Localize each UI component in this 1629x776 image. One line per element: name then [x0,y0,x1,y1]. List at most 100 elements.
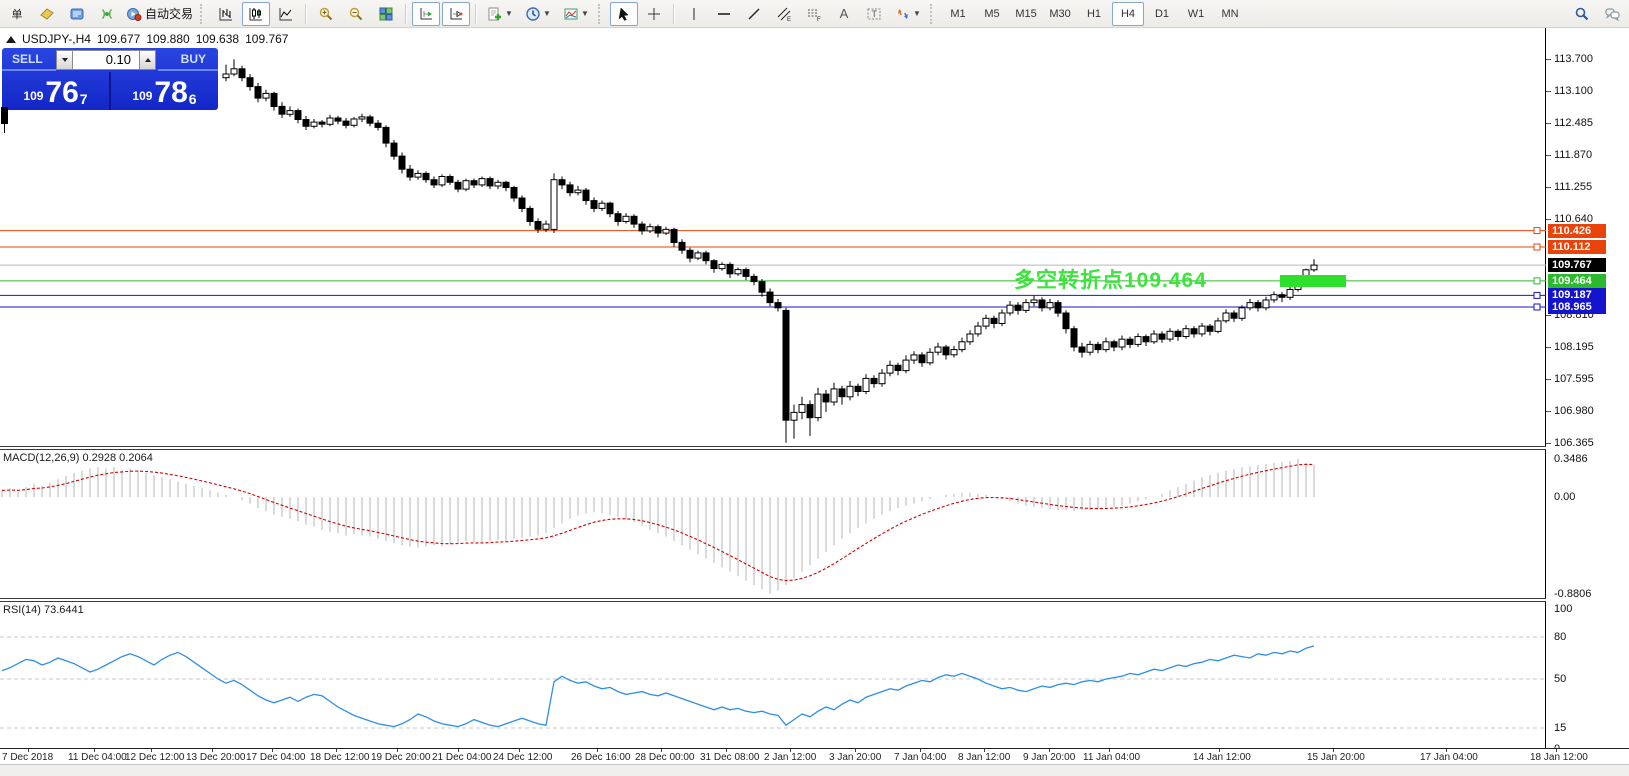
time-tick-label: 31 Dec 08:00 [700,752,760,763]
volume-decrease-button[interactable] [56,50,73,70]
time-tick-label: 24 Dec 12:00 [493,752,553,763]
periods-button[interactable]: ▼ [520,2,556,26]
tab-timeframe-h1[interactable]: H1 [1078,2,1110,26]
buy-price-prefix: 109 [132,89,152,103]
macd-canvas[interactable] [0,450,1546,598]
price-tick-mark [1546,315,1551,316]
zoom-in-button[interactable] [312,2,340,26]
tile-windows-button[interactable] [372,2,400,26]
auto-scroll-button[interactable] [412,2,440,26]
tab-timeframe-m1[interactable]: M1 [942,2,974,26]
tab-timeframe-m5[interactable]: M5 [976,2,1008,26]
buy-price-button[interactable]: 109 78 6 [111,72,218,110]
price-tick-mark [1546,347,1551,348]
fibonacci-tool-button[interactable]: F [800,2,828,26]
chart-window: MACD(12,26,9) 0.2928 0.2064 RSI(14) 73.6… [0,28,1629,764]
trendline-tool-button[interactable] [740,2,768,26]
triangle-up-icon [145,58,151,62]
time-tick-label: 14 Jan 12:00 [1193,752,1251,763]
rsi-axis-label: 80 [1554,631,1566,643]
price-tick-label: 108.195 [1554,341,1594,353]
pivot-highlight-rectangle[interactable] [1280,275,1346,287]
macd-histogram-layer [2,459,1314,594]
price-tick-mark [1546,379,1551,380]
candlestick-chart-button[interactable] [242,2,270,26]
rsi-axis-label: 100 [1554,603,1572,615]
tab-timeframe-mn[interactable]: MN [1214,2,1246,26]
volume-input[interactable]: 0.10 [73,50,139,70]
sell-price-pip: 7 [80,91,88,107]
chevron-down-icon: ▼ [581,9,589,18]
rsi-indicator-label: RSI(14) 73.6441 [3,604,84,616]
time-tick-label: 17 Jan 04:00 [1420,752,1478,763]
time-tick-label: 2 Jan 12:00 [764,752,816,763]
price-tick-mark [1546,155,1551,156]
chevron-down-icon: ▼ [913,9,921,18]
new-order-partial-button[interactable]: 单 [3,2,31,26]
volume-increase-button[interactable] [139,50,156,70]
level-line-anchor [1534,278,1540,284]
signals-icon[interactable] [93,2,121,26]
tab-timeframe-w1[interactable]: W1 [1180,2,1212,26]
cursor-tool-button[interactable] [610,2,638,26]
price-axis[interactable]: 113.700113.100112.485111.870111.255110.6… [1546,28,1629,764]
pivot-annotation-text[interactable]: 多空转折点109.464 [1014,264,1207,294]
price-tick-mark [1546,91,1551,92]
crosshair-tool-button[interactable] [640,2,668,26]
time-tick-label: 7 Dec 2018 [2,752,53,763]
rsi-canvas[interactable] [0,602,1546,748]
time-tick-label: 17 Dec 04:00 [246,752,306,763]
price-tick-label: 113.100 [1554,85,1593,97]
time-tick-label: 18 Jan 12:00 [1530,752,1588,763]
chart-shift-button[interactable] [442,2,470,26]
sell-price-button[interactable]: 109 76 7 [2,72,111,110]
time-tick-label: 28 Dec 00:00 [635,752,695,763]
price-badge-110.112: 110.112 [1548,240,1606,254]
price-tick-label: 107.595 [1554,373,1594,385]
horizontal-line-tool-button[interactable] [710,2,738,26]
time-tick-label: 11 Dec 04:00 [68,752,127,763]
main-chart-canvas[interactable] [0,28,1546,446]
tab-timeframe-d1[interactable]: D1 [1146,2,1178,26]
bar-chart-button[interactable] [212,2,240,26]
macd-axis-label: 0.3486 [1554,453,1588,465]
search-icon[interactable] [1568,2,1596,26]
tab-timeframe-h4[interactable]: H4 [1112,2,1144,26]
autotrading-button[interactable]: 自动交易 [123,2,196,26]
time-tick-label: 15 Jan 20:00 [1307,752,1365,763]
tab-timeframe-m30[interactable]: M30 [1044,2,1076,26]
metaeditor-icon[interactable] [63,2,91,26]
zoom-out-button[interactable] [342,2,370,26]
buy-price-big: 78 [154,79,187,107]
arrows-tool-button[interactable]: ▼ [890,2,926,26]
collapse-panel-icon[interactable] [6,36,16,43]
text-tool-button[interactable]: A [830,2,858,26]
line-chart-button[interactable] [272,2,300,26]
text-label-tool-button[interactable]: T [860,2,888,26]
svg-text:E: E [787,17,791,22]
tab-timeframe-m15[interactable]: M15 [1010,2,1042,26]
ohlc-open: 109.677 [97,32,140,46]
toolbar-grip [930,4,936,24]
new-order-icon[interactable] [33,2,61,26]
toolbar: 单 自动交易 ▼ ▼ ▼ E F A T ▼ M1M [0,0,1629,28]
chart-header: USDJPY-,H4 109.677 109.880 109.638 109.7… [6,32,288,46]
sell-button[interactable]: SELL [2,49,56,71]
channel-tool-button[interactable]: E [770,2,798,26]
time-axis[interactable]: 7 Dec 201811 Dec 04:0012 Dec 12:0013 Dec… [0,748,1629,765]
price-tick-label: 112.485 [1554,117,1593,129]
mt4-application-window: 单 自动交易 ▼ ▼ ▼ E F A T ▼ M1M [0,0,1629,776]
time-tick-label: 18 Dec 12:00 [310,752,370,763]
templates-button[interactable]: ▼ [558,2,594,26]
vertical-line-tool-button[interactable] [680,2,708,26]
indicators-button[interactable]: ▼ [482,2,518,26]
buy-price-pip: 6 [189,91,197,107]
time-tick-label: 7 Jan 04:00 [894,752,946,763]
toolbar-grip [598,4,604,24]
time-tick-label: 11 Jan 04:00 [1083,752,1140,763]
macd-axis-label: -0.8806 [1554,588,1591,600]
sell-price-prefix: 109 [23,89,43,103]
buy-button[interactable]: BUY [158,49,218,71]
price-tick-label: 111.255 [1554,181,1592,193]
chat-icon[interactable] [1598,2,1626,26]
